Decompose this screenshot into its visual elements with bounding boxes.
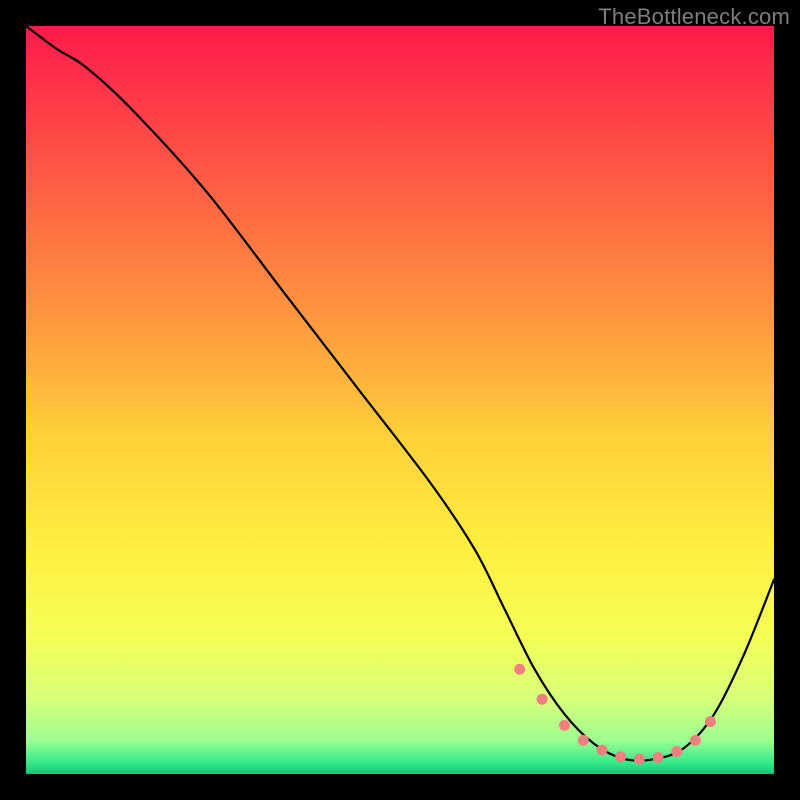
marker-dot — [578, 735, 589, 746]
marker-dot — [690, 735, 701, 746]
chart-container: TheBottleneck.com — [0, 0, 800, 800]
marker-dot — [671, 746, 682, 757]
marker-dot — [615, 751, 626, 762]
marker-dot — [596, 745, 607, 756]
marker-dot — [559, 720, 570, 731]
watermark-text: TheBottleneck.com — [598, 4, 790, 30]
gradient-background — [26, 26, 774, 774]
marker-dot — [705, 716, 716, 727]
plot-area — [26, 26, 774, 774]
marker-dot — [537, 694, 548, 705]
marker-dot — [634, 754, 645, 765]
marker-dot — [653, 752, 664, 763]
chart-svg — [26, 26, 774, 774]
marker-dot — [514, 664, 525, 675]
